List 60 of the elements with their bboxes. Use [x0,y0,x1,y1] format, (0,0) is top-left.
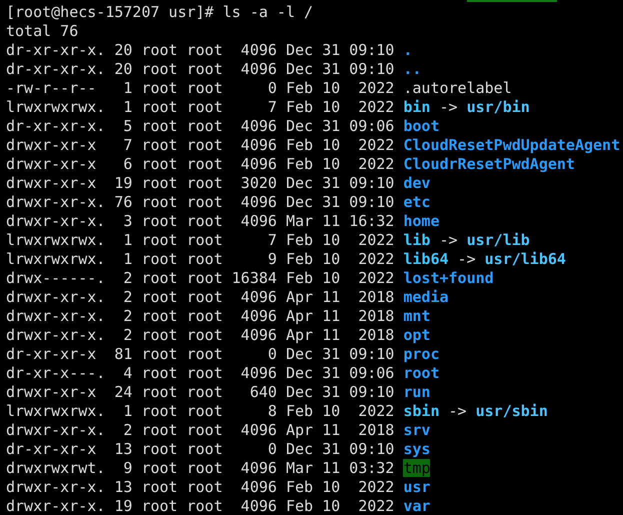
listing-details: dr-xr-xr-x. 20 root root 4096 Dec 31 09:10 [6,41,394,59]
listing-details: -rw-r--r-- 1 root root 0 Feb 10 2022 [6,79,394,97]
listing-details: drwxr-xr-x 6 root root 4096 Feb 10 2022 [6,155,394,173]
file-name: boot [403,117,440,135]
listing-details: dr-xr-xr-x. 20 root root 4096 Dec 31 09:10 [6,60,394,78]
file-name: sys [403,440,430,458]
file-name: opt [403,326,430,344]
link-target: usr/lib64 [484,250,566,268]
file-name: home [403,212,440,230]
file-name: proc [403,345,440,363]
file-name: media [403,288,449,306]
file-name: lib [403,231,430,249]
file-name: mnt [403,307,430,325]
file-name: dev [403,174,430,192]
listing-details: drwxrwxrwt. 9 root root 4096 Mar 11 03:32 [6,459,394,477]
listing-details: drwx------. 2 root root 16384 Feb 10 2022 [6,269,394,287]
link-arrow: -> [448,402,467,420]
file-name: .autorelabel [403,79,512,97]
listing-details: lrwxrwxrwx. 1 root root 9 Feb 10 2022 [6,250,394,268]
listing-details: dr-xr-xr-x 13 root root 0 Dec 31 09:10 [6,440,394,458]
file-name: CloudResetPwdUpdateAgent [403,136,620,154]
listing-details: dr-xr-x---. 4 root root 4096 Dec 31 09:06 [6,364,394,382]
listing-details: lrwxrwxrwx. 1 root root 7 Feb 10 2022 [6,98,394,116]
listing-details: lrwxrwxrwx. 1 root root 7 Feb 10 2022 [6,231,394,249]
file-name: CloudrResetPwdAgent [403,155,575,173]
file-name: lost+found [403,269,494,287]
file-name: root [403,364,440,382]
link-target: usr/sbin [476,402,548,420]
listing-details: dr-xr-xr-x 81 root root 0 Dec 31 09:10 [6,345,394,363]
listing-details: drwxr-xr-x. 76 root root 4096 Dec 31 09:10 [6,193,394,211]
listing-details: drwxr-xr-x. 19 root root 4096 Feb 10 2022 [6,497,394,515]
listing-details: dr-xr-xr-x. 5 root root 4096 Dec 31 09:06 [6,117,394,135]
file-name: . [403,41,412,59]
link-arrow: -> [439,231,458,249]
link-target: usr/lib [466,231,530,249]
file-name: bin [403,98,430,116]
file-name: sbin [403,402,440,420]
listing-details: drwxr-xr-x. 2 root root 4096 Apr 11 2018 [6,421,394,439]
file-name: run [403,383,430,401]
file-name: etc [403,193,430,211]
listing-details: drwxr-xr-x. 2 root root 4096 Apr 11 2018 [6,326,394,344]
file-name: .. [403,60,422,78]
link-arrow: -> [458,250,476,268]
link-arrow: -> [439,98,458,116]
listing-details: drwxr-xr-x 24 root root 640 Dec 31 09:10 [6,383,394,401]
file-name: usr [403,478,430,496]
file-name: lib64 [403,250,449,268]
link-target: usr/bin [466,98,530,116]
file-name: var [403,497,430,515]
command-prompt: [root@hecs-157207 usr]# ls -a -l / [6,3,314,21]
listing-details: drwxr-xr-x. 13 root root 4096 Feb 10 2022 [6,478,394,496]
file-name: srv [403,421,430,439]
listing-details: drwxr-xr-x. 2 root root 4096 Apr 11 2018 [6,288,394,306]
listing-details: drwxr-xr-x 7 root root 4096 Feb 10 2022 [6,136,394,154]
listing-details: drwxr-xr-x 19 root root 3020 Dec 31 09:10 [6,174,394,192]
listing-details: lrwxrwxrwx. 1 root root 8 Feb 10 2022 [6,402,394,420]
total-line: total 76 [6,22,78,40]
listing-details: drwxr-xr-x. 3 root root 4096 Mar 11 16:32 [6,212,394,230]
listing-details: drwxr-xr-x. 2 root root 4096 Apr 11 2018 [6,307,394,325]
file-name: tmp [403,459,430,477]
